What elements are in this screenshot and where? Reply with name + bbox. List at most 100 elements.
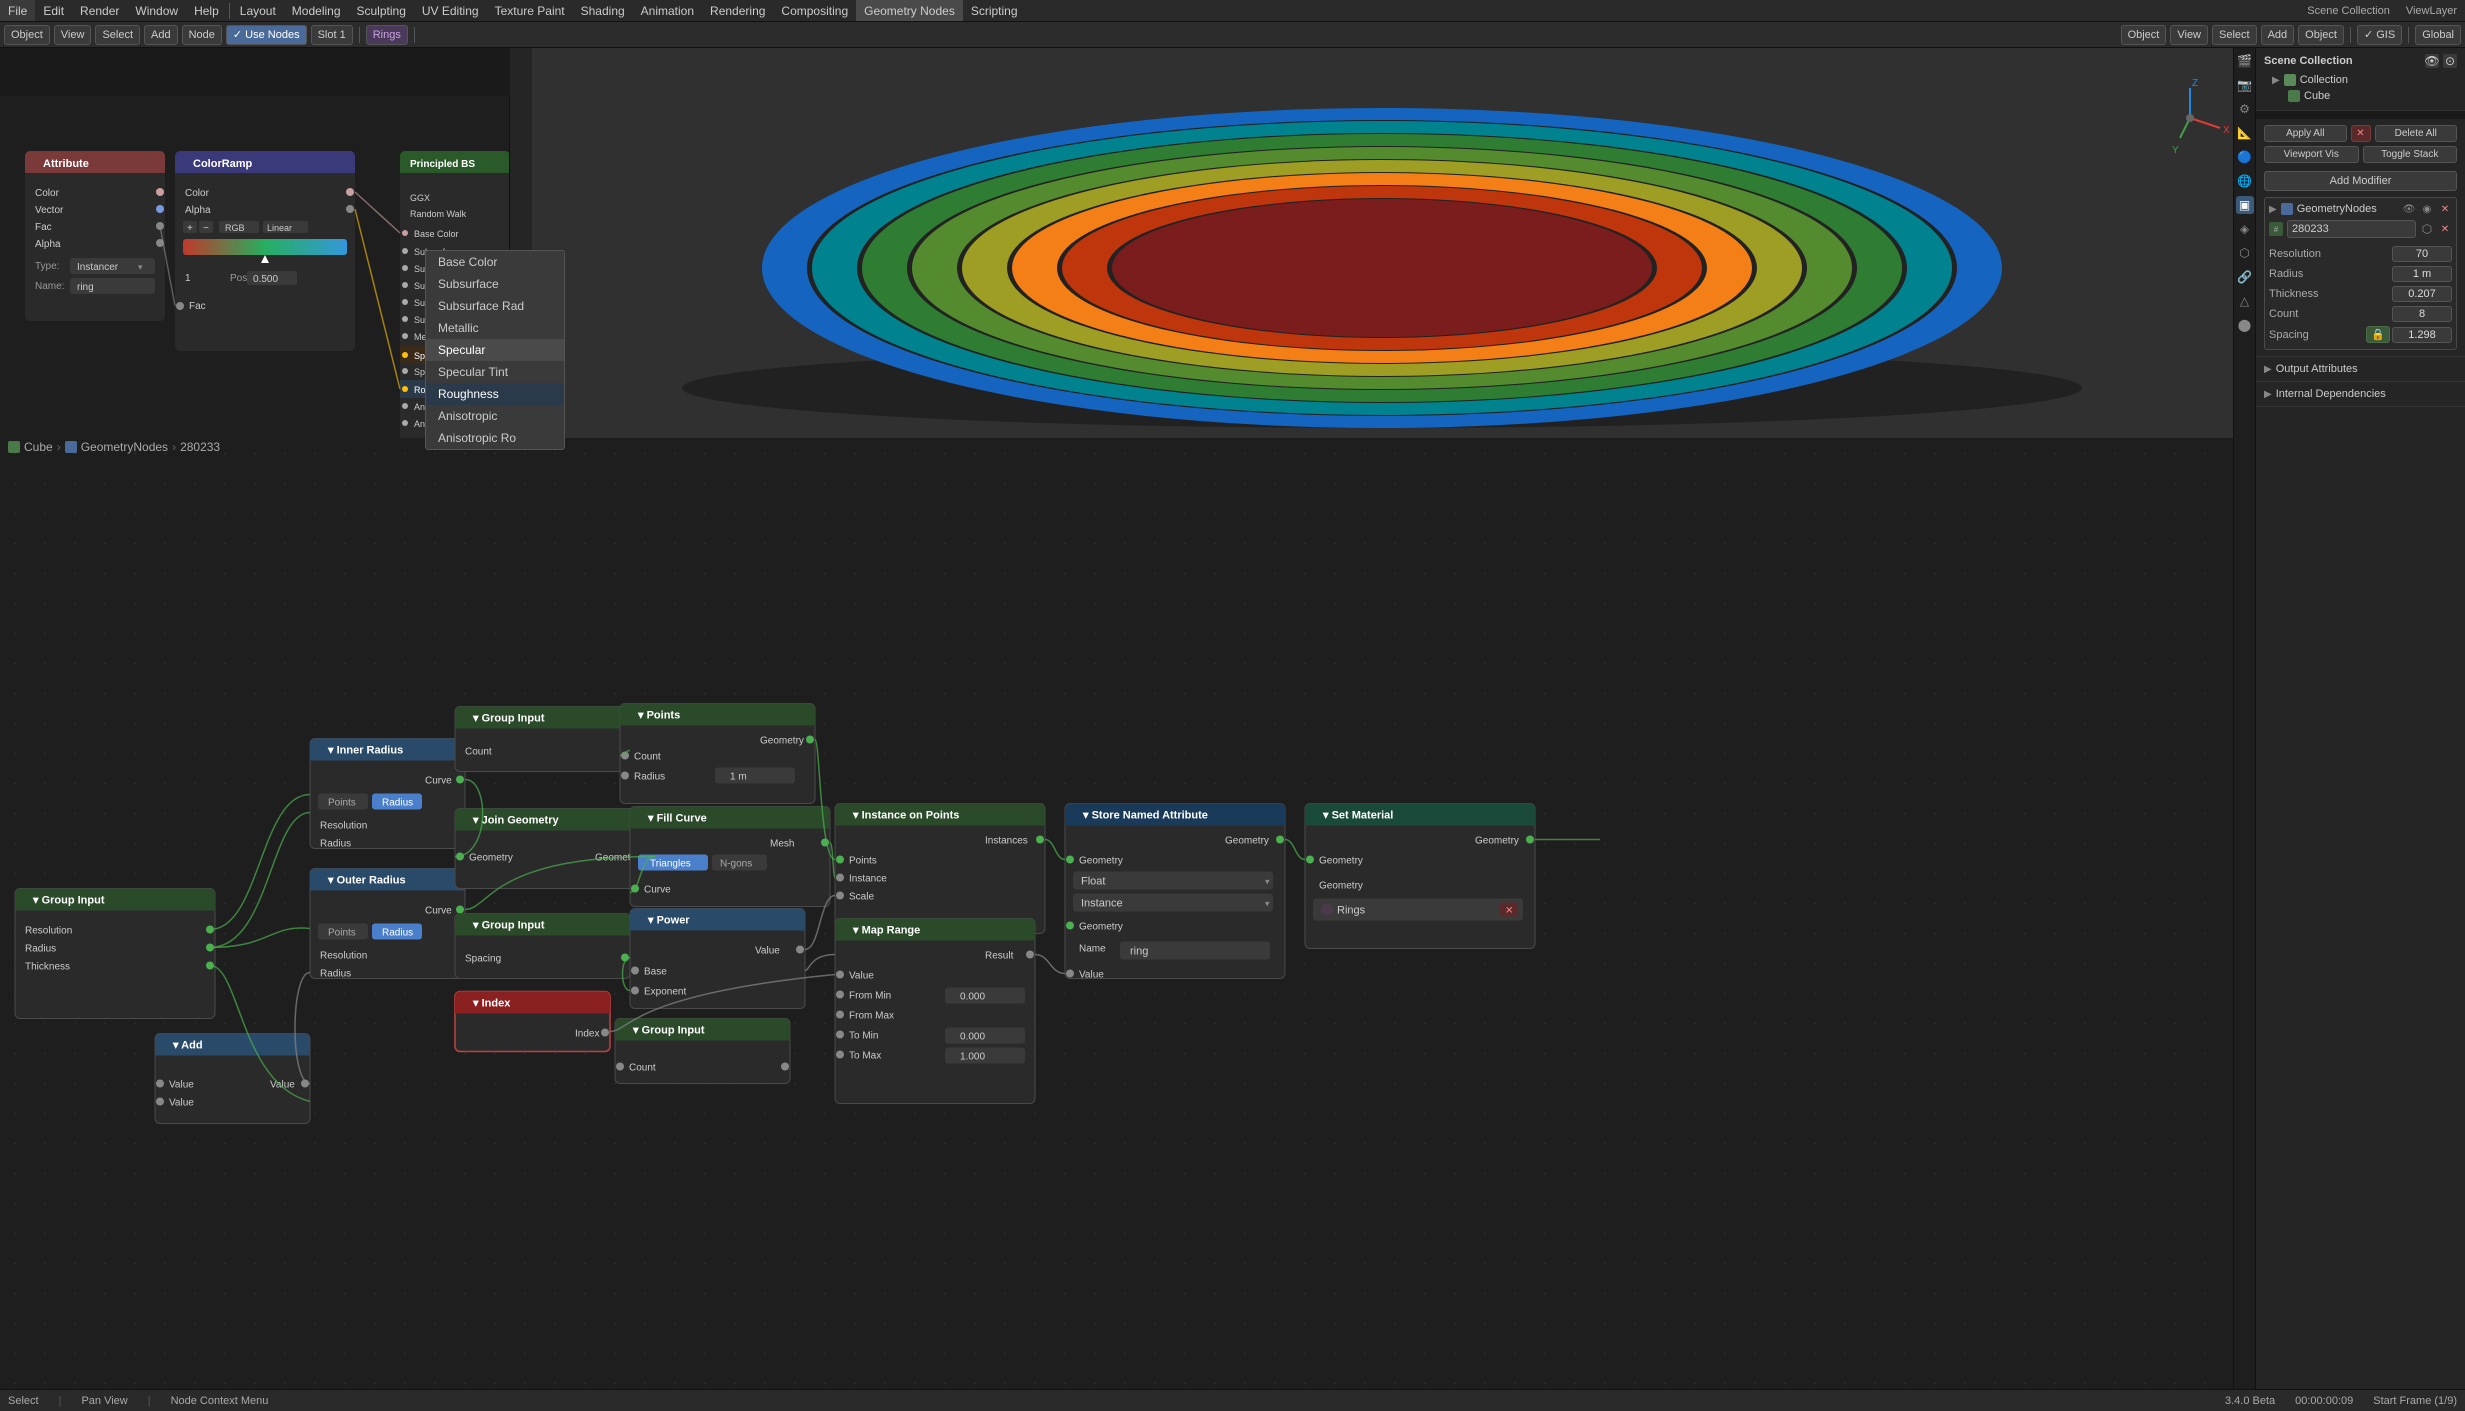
tab-shading[interactable]: Shading bbox=[573, 0, 633, 21]
icon-object[interactable]: ▣ bbox=[2236, 196, 2254, 214]
filter-icon[interactable]: ⊙ bbox=[2443, 54, 2457, 68]
modifier-close[interactable]: ✕ bbox=[2438, 202, 2452, 216]
icon-render[interactable]: 📷 bbox=[2236, 76, 2254, 94]
resolution-input[interactable]: 70 bbox=[2392, 246, 2452, 262]
use-nodes-btn[interactable]: ✓ Use Nodes bbox=[226, 25, 307, 45]
bc-cube-label: Cube bbox=[24, 440, 53, 454]
toggle-stack-button[interactable]: Toggle Stack bbox=[2363, 146, 2458, 163]
delete-all-x[interactable]: ✕ bbox=[2351, 125, 2371, 142]
add-modifier-button[interactable]: Add Modifier bbox=[2264, 171, 2457, 191]
cube-prop-label: Cube bbox=[2304, 90, 2330, 102]
menu-render[interactable]: Render bbox=[72, 0, 127, 21]
tab-rendering[interactable]: Rendering bbox=[702, 0, 773, 21]
slot-select[interactable]: Slot 1 bbox=[311, 25, 353, 45]
svg-text:Geometry: Geometry bbox=[1319, 881, 1363, 892]
icon-world[interactable]: 🌐 bbox=[2236, 172, 2254, 190]
spacing-lock[interactable]: 🔒 bbox=[2366, 326, 2390, 343]
dropdown-specular[interactable]: Specular bbox=[426, 339, 564, 361]
output-attributes-toggle[interactable]: ▶ Output Attributes bbox=[2264, 363, 2457, 375]
svg-text:Fac: Fac bbox=[35, 222, 52, 233]
geometry-nodes-editor[interactable]: Cube › GeometryNodes › 280233 ▾ Group In… bbox=[0, 438, 2255, 1389]
view-3d-menu[interactable]: View bbox=[2170, 25, 2208, 45]
tab-compositing[interactable]: Compositing bbox=[773, 0, 856, 21]
svg-text:Z: Z bbox=[2192, 78, 2198, 89]
global-btn[interactable]: Global bbox=[2415, 25, 2461, 45]
dropdown-anisotropic[interactable]: Anisotropic bbox=[426, 405, 564, 427]
status-time: 00:00:00:09 bbox=[2295, 1395, 2353, 1407]
svg-text:0.000: 0.000 bbox=[960, 1032, 985, 1043]
svg-text:ring: ring bbox=[77, 282, 94, 293]
tab-scripting[interactable]: Scripting bbox=[963, 0, 1026, 21]
svg-text:Geometry: Geometry bbox=[1079, 856, 1123, 867]
tab-geometry-nodes[interactable]: Geometry Nodes bbox=[856, 0, 963, 21]
id-field[interactable]: 280233 bbox=[2287, 220, 2416, 238]
view-layer-label: ViewLayer bbox=[2398, 0, 2465, 21]
modifier-visibility[interactable]: 👁 bbox=[2402, 202, 2416, 216]
object-3d[interactable]: Object bbox=[2298, 25, 2344, 45]
id-expand[interactable]: ⬡ bbox=[2420, 222, 2434, 236]
icon-data[interactable]: △ bbox=[2236, 292, 2254, 310]
menu-edit[interactable]: Edit bbox=[35, 0, 72, 21]
dropdown-anisotropic-ro[interactable]: Anisotropic Ro bbox=[426, 427, 564, 449]
svg-text:Points: Points bbox=[849, 856, 877, 867]
select-menu[interactable]: Select bbox=[95, 25, 140, 45]
menu-help[interactable]: Help bbox=[186, 0, 227, 21]
icon-scene[interactable]: 🎬 bbox=[2236, 52, 2254, 70]
id-close[interactable]: ✕ bbox=[2438, 222, 2452, 236]
add-menu[interactable]: Add bbox=[144, 25, 178, 45]
svg-text:Count: Count bbox=[634, 752, 661, 763]
count-input[interactable]: 8 bbox=[2392, 306, 2452, 322]
dropdown-base-color[interactable]: Base Color bbox=[426, 251, 564, 273]
svg-text:RGB: RGB bbox=[225, 223, 245, 233]
object-mode-btn[interactable]: Object bbox=[2121, 25, 2167, 45]
tab-sculpting[interactable]: Sculpting bbox=[349, 0, 414, 21]
dropdown-metallic[interactable]: Metallic bbox=[426, 317, 564, 339]
node-editor-breadcrumb: Cube › GeometryNodes › 280233 bbox=[8, 440, 220, 454]
visibility-icon[interactable]: 👁 bbox=[2425, 54, 2439, 68]
thickness-input[interactable]: 0.207 bbox=[2392, 286, 2452, 302]
icon-view-layer[interactable]: 📐 bbox=[2236, 124, 2254, 142]
mode-select[interactable]: Object bbox=[4, 25, 50, 45]
sep5 bbox=[2408, 27, 2409, 43]
icon-constraints[interactable]: 🔗 bbox=[2236, 268, 2254, 286]
view-menu[interactable]: View bbox=[54, 25, 92, 45]
svg-text:▾ Group Input: ▾ Group Input bbox=[632, 1025, 705, 1037]
menu-window[interactable]: Window bbox=[127, 0, 186, 21]
node-menu[interactable]: Node bbox=[182, 25, 222, 45]
icon-scene-props[interactable]: 🔵 bbox=[2236, 148, 2254, 166]
select-3d[interactable]: Select bbox=[2212, 25, 2257, 45]
icon-particles[interactable]: ◈ bbox=[2236, 220, 2254, 238]
tab-uv-editing[interactable]: UV Editing bbox=[414, 0, 487, 21]
rings-label[interactable]: Rings bbox=[366, 25, 408, 45]
svg-text:Linear: Linear bbox=[267, 223, 292, 233]
svg-text:▾ Instance on Points: ▾ Instance on Points bbox=[852, 810, 959, 822]
shader-dropdown-menu[interactable]: Base Color Subsurface Subsurface Rad Met… bbox=[425, 250, 565, 450]
tab-layout[interactable]: Layout bbox=[232, 0, 284, 21]
icon-material[interactable]: ⬤ bbox=[2236, 316, 2254, 334]
icon-output[interactable]: ⚙ bbox=[2236, 100, 2254, 118]
svg-text:Thickness: Thickness bbox=[25, 962, 70, 973]
spacing-input[interactable]: 1.298 bbox=[2392, 327, 2452, 343]
output-attr-label: Output Attributes bbox=[2276, 363, 2358, 375]
dropdown-subsurface-rad[interactable]: Subsurface Rad bbox=[426, 295, 564, 317]
dropdown-specular-tint[interactable]: Specular Tint bbox=[426, 361, 564, 383]
radius-input[interactable]: 1 m bbox=[2392, 266, 2452, 282]
internal-deps-toggle[interactable]: ▶ Internal Dependencies bbox=[2264, 388, 2457, 400]
viewport-vis-button[interactable]: Viewport Vis bbox=[2264, 146, 2359, 163]
svg-text:▾ Group Input: ▾ Group Input bbox=[472, 920, 545, 932]
3d-viewport[interactable]: X Y Z bbox=[510, 48, 2255, 438]
dropdown-subsurface[interactable]: Subsurface bbox=[426, 273, 564, 295]
menu-file[interactable]: File bbox=[0, 0, 35, 21]
delete-all-button[interactable]: Delete All bbox=[2375, 125, 2458, 142]
apply-all-button[interactable]: Apply All bbox=[2264, 125, 2347, 142]
icon-physics[interactable]: ⬡ bbox=[2236, 244, 2254, 262]
tab-texture-paint[interactable]: Texture Paint bbox=[487, 0, 573, 21]
tab-animation[interactable]: Animation bbox=[633, 0, 702, 21]
add-3d[interactable]: Add bbox=[2261, 25, 2295, 45]
collection-item[interactable]: ▶ Collection Cube bbox=[2264, 72, 2457, 104]
tab-modeling[interactable]: Modeling bbox=[284, 0, 349, 21]
dropdown-roughness[interactable]: Roughness bbox=[426, 383, 564, 405]
svg-text:Fac: Fac bbox=[189, 301, 206, 312]
gis-btn[interactable]: ✓ GIS bbox=[2357, 25, 2402, 45]
modifier-render[interactable]: ◉ bbox=[2420, 202, 2434, 216]
